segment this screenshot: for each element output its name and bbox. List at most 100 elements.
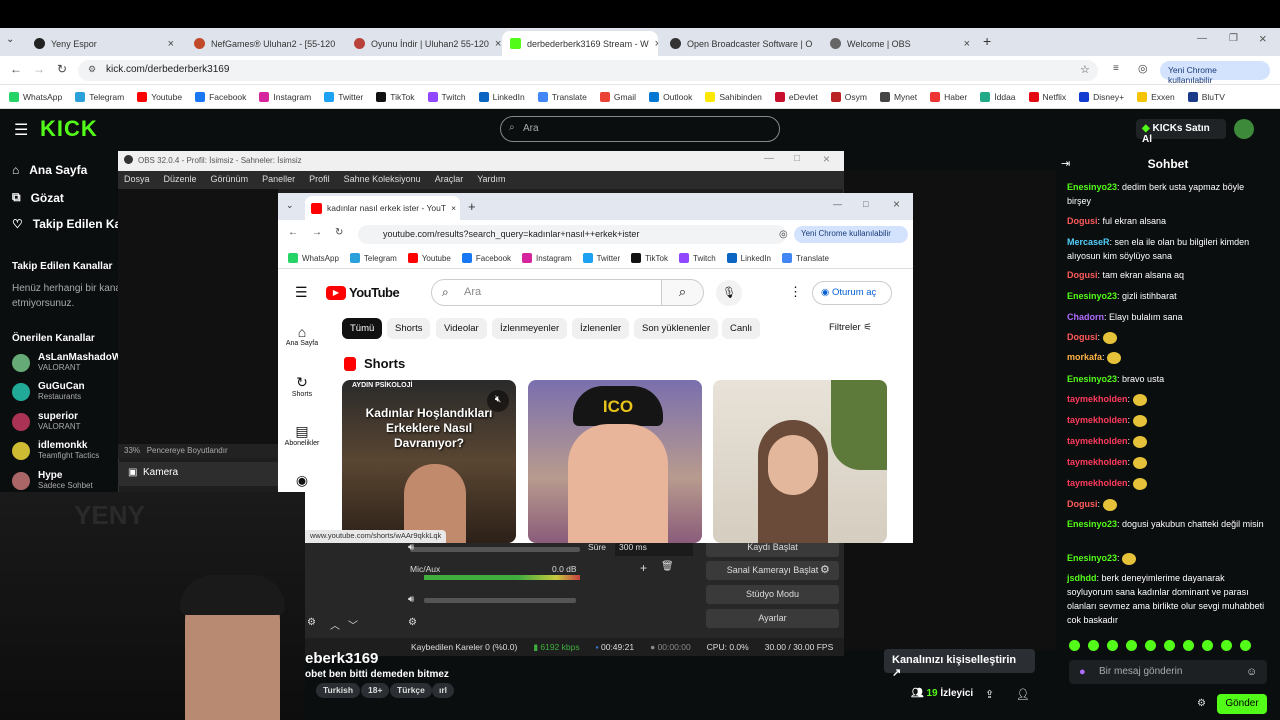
recommended-channel[interactable]: GuGuCan Restaurants [12, 381, 85, 401]
close-icon[interactable]: × [168, 38, 174, 50]
emote-icon[interactable] [1202, 640, 1213, 651]
obs-source-camera[interactable]: ▣ Kamera [118, 462, 278, 486]
trash-icon[interactable]: 🗑︎ [661, 561, 674, 572]
chat-username[interactable]: MercaseR [1067, 237, 1110, 247]
reload-icon[interactable]: ↻ [57, 62, 67, 76]
forward-icon[interactable]: → [312, 227, 322, 238]
bookmark-star-icon[interactable]: ☆ [1080, 63, 1090, 76]
emote-icon[interactable] [1240, 640, 1251, 651]
filters-button[interactable]: Filtreler ⚟ [829, 322, 872, 333]
short-thumbnail[interactable]: ICO [528, 380, 702, 543]
recommended-channel[interactable]: Hype Sadece Sohbet [12, 470, 93, 490]
filter-chip[interactable]: Tümü [342, 318, 383, 339]
bookmark-item[interactable]: LinkedIn [726, 253, 771, 263]
chat-username[interactable]: jsdhdd [1067, 573, 1097, 583]
bookmark-item[interactable]: WhatsApp [9, 91, 62, 102]
close-window-icon[interactable]: × [1259, 31, 1267, 46]
yt-side-you[interactable]: ◉ [284, 472, 320, 489]
filter-chip[interactable]: Son yüklenenler [634, 318, 719, 339]
close-window-icon[interactable]: × [893, 197, 900, 211]
chat-username[interactable]: Enesinyo23 [1067, 519, 1117, 529]
emote-icon[interactable] [1088, 640, 1099, 651]
filter-chip[interactable]: Canlı [722, 318, 761, 339]
volume-slider[interactable] [410, 547, 580, 552]
chat-username[interactable]: Dogusi [1067, 499, 1098, 509]
add-icon[interactable]: + [640, 561, 647, 575]
chat-username[interactable]: Enesinyo23 [1067, 553, 1117, 563]
avatar[interactable] [1234, 119, 1254, 139]
maximize-icon[interactable]: □ [863, 199, 868, 209]
kick-logo[interactable]: KICK [40, 116, 98, 142]
recommended-channel[interactable]: idlemonkk Teamfight Tactics [12, 440, 99, 460]
share-icon[interactable]: ⇪ [985, 688, 994, 701]
bookmark-item[interactable]: Twitter [582, 253, 620, 263]
close-icon[interactable]: × [655, 38, 658, 50]
bookmark-item[interactable]: Mynet [879, 91, 917, 102]
bookmark-item[interactable]: Facebook [195, 91, 246, 102]
chat-username[interactable]: Dogusi [1067, 332, 1098, 342]
bookmark-item[interactable]: Twitch [679, 253, 716, 263]
zoom-level[interactable]: 33% [124, 446, 140, 455]
nav-browse[interactable]: ⧉ Gözat [12, 190, 64, 205]
yt-side-subscriptions[interactable]: ▤ Abonelikler [284, 423, 320, 447]
yt-search-input[interactable]: Ara [431, 279, 662, 306]
kick-search-input[interactable]: Ara [500, 116, 780, 142]
more-icon[interactable]: ⋮ [789, 284, 802, 300]
bookmark-item[interactable]: Instagram [259, 91, 311, 102]
settings-icon[interactable]: ⚙ [1197, 698, 1206, 709]
obs-menu-item[interactable]: Sahne Koleksiyonu [344, 174, 421, 186]
maximize-icon[interactable]: ❐ [1229, 33, 1238, 44]
stream-tag[interactable]: ırl [432, 683, 455, 698]
close-icon[interactable]: × [451, 203, 456, 213]
chat-username[interactable]: taymekholden [1067, 415, 1128, 425]
yt-side-home[interactable]: ⌂ Ana Sayfa [284, 324, 320, 347]
bookmark-item[interactable]: Telegram [349, 253, 397, 263]
recommended-channel[interactable]: AsLanMashadoW VALORANT [12, 352, 121, 372]
bookmark-item[interactable]: Netflix [1028, 91, 1066, 102]
chat-username[interactable]: morkafa [1067, 352, 1102, 362]
chevron-up-icon[interactable]: ︿ [330, 617, 340, 632]
bookmark-item[interactable]: Twitch [427, 91, 466, 102]
emote-icon[interactable] [1183, 640, 1194, 651]
forward-icon[interactable]: → [33, 62, 45, 76]
chrome-update-button[interactable]: Yeni Chrome kullanılabilir [794, 226, 908, 243]
short-thumbnail[interactable]: AYDIN PSİKOLOJİ Kadınlar Hoşlandıkları E… [342, 380, 516, 543]
tab-yeny[interactable]: Yeny Espor × [26, 31, 182, 56]
yt-search-button[interactable]: ⌕ [662, 279, 704, 306]
bookmark-item[interactable]: BluTV [1187, 91, 1225, 102]
tab-obs[interactable]: Open Broadcaster Software | O× [662, 31, 818, 56]
buy-kicks-button[interactable]: ◆ KICKs Satın Al [1136, 119, 1226, 145]
nav-home[interactable]: ⌂ Ana Sayfa [12, 163, 87, 177]
stream-tag[interactable]: Turkish [316, 683, 361, 698]
bookmark-item[interactable]: Youtube [137, 91, 182, 102]
emote-icon[interactable] [1126, 640, 1137, 651]
obs-menu-item[interactable]: Yardım [477, 174, 505, 186]
bookmark-item[interactable]: Exxen [1137, 91, 1175, 102]
back-icon[interactable]: ← [288, 227, 298, 238]
tab-youtube[interactable]: kadınlar nasıl erkek ister - YouT × [305, 196, 460, 220]
bookmark-item[interactable]: WhatsApp [288, 253, 339, 263]
mic-volume-slider[interactable] [424, 598, 576, 603]
chat-username[interactable]: Enesinyo23 [1067, 291, 1117, 301]
profile-icon[interactable]: ◎ [1138, 62, 1148, 75]
bookmark-item[interactable]: Telegram [75, 91, 124, 102]
profile-icon[interactable]: ◎ [779, 229, 788, 240]
bookmark-item[interactable]: Osym [830, 91, 867, 102]
virtual-cam-gear-icon[interactable]: ⚙ [820, 563, 830, 576]
send-button[interactable]: Gönder [1217, 694, 1267, 714]
reload-icon[interactable]: ↻ [335, 227, 343, 238]
recommended-channel[interactable]: superior VALORANT [12, 411, 81, 431]
emote-icon[interactable] [1069, 640, 1080, 651]
bookmark-item[interactable]: TikTok [631, 253, 668, 263]
tab-oyunu[interactable]: Oyunu İndir | Uluhan2 55-120 × [346, 31, 502, 56]
sign-in-button[interactable]: ◉ Oturum aç [812, 281, 892, 305]
chat-username[interactable]: Enesinyo23 [1067, 182, 1117, 192]
chat-username[interactable]: Dogusi [1067, 270, 1098, 280]
speaker-icon[interactable]: 🔊︎ [408, 542, 414, 553]
bookmark-item[interactable]: eDevlet [774, 91, 818, 102]
bookmark-item[interactable]: Gmail [599, 91, 636, 102]
mic-icon[interactable]: 🎙︎ [716, 280, 742, 306]
tab-kick-stream[interactable]: derbederberk3169 Stream - W × [502, 31, 658, 56]
close-icon[interactable]: × [964, 38, 970, 50]
customize-channel-button[interactable]: Kanalınızı kişiselleştirin ↗ [884, 649, 1035, 679]
